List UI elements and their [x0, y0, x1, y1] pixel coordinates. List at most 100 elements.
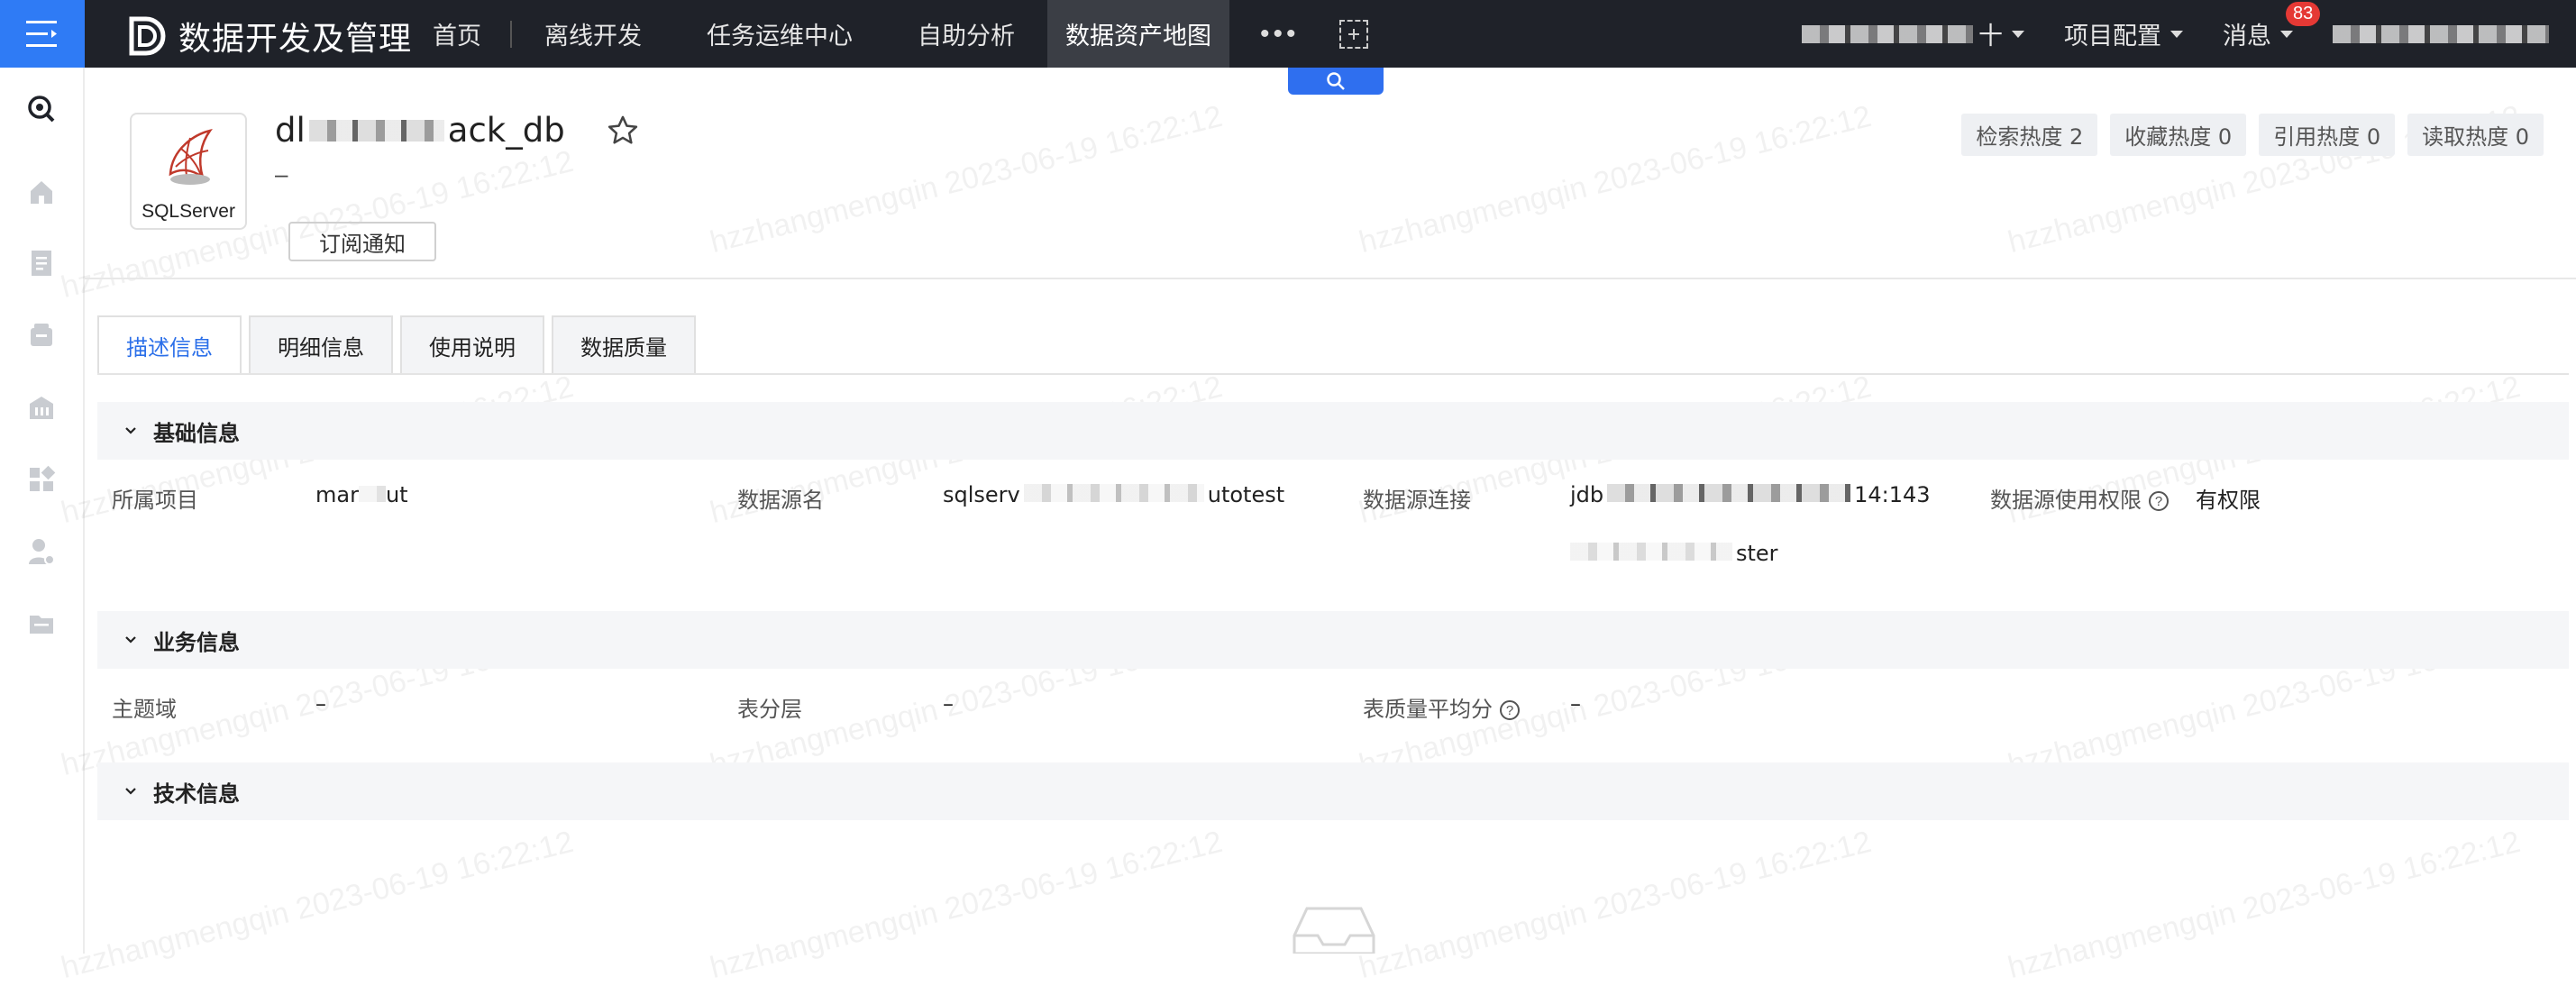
- search-heat: 检索热度 2: [1961, 114, 2098, 156]
- subject-domain-value: –: [315, 691, 326, 717]
- redacted-text: [1023, 484, 1204, 502]
- hamburger-icon: [26, 20, 57, 47]
- search-icon: [1327, 72, 1345, 90]
- watermark: hzzhangmengqin 2023-06-19 16:22:12: [706, 98, 1226, 260]
- section-title: 基础信息: [153, 420, 240, 446]
- apps-grid-icon: [30, 465, 56, 491]
- heat-stats: 检索热度 2 收藏热度 0 引用热度 0 读取热度 0: [1961, 114, 2544, 156]
- sidebar-item-users[interactable]: [23, 534, 59, 570]
- table-layer-label: 表分层: [737, 697, 802, 722]
- chevron-down-icon: [125, 788, 136, 795]
- asset-type-label: SQLServer: [142, 201, 235, 222]
- quality-score-label: 表质量平均分?: [1363, 691, 1520, 723]
- subscribe-button[interactable]: 订阅通知: [288, 222, 436, 261]
- section-tech-info[interactable]: 技术信息: [97, 762, 2569, 820]
- sidebar-item-warehouse[interactable]: [23, 389, 59, 425]
- global-search-button[interactable]: [1288, 68, 1384, 95]
- nav-task-ops[interactable]: 任务运维中心: [674, 0, 885, 68]
- project-field-label: 所属项目: [112, 488, 198, 513]
- section-business-info[interactable]: 业务信息: [97, 611, 2569, 669]
- asset-title: dl ack_db: [275, 111, 565, 150]
- redacted-text: [308, 120, 444, 142]
- favorite-heat: 收藏热度 0: [2110, 114, 2247, 156]
- tab-description[interactable]: 描述信息: [97, 315, 242, 373]
- help-icon[interactable]: ?: [2149, 491, 2169, 511]
- watermark: hzzhangmengqin 2023-06-19 16:22:12: [1355, 824, 1875, 986]
- nav-more-button[interactable]: •••: [1229, 19, 1330, 50]
- help-icon[interactable]: ?: [1500, 700, 1520, 720]
- read-heat: 读取热度 0: [2407, 114, 2544, 156]
- sidebar-item-folders[interactable]: [23, 606, 59, 642]
- chevron-down-icon: [125, 636, 136, 644]
- nav-data-asset-map[interactable]: 数据资产地图: [1047, 0, 1229, 68]
- tab-details[interactable]: 明细信息: [249, 315, 393, 373]
- app-title: 数据开发及管理: [178, 21, 413, 58]
- asset-type-logo: SQLServer: [130, 113, 247, 230]
- asset-title-start: dl: [275, 111, 306, 150]
- database-icon: [31, 324, 52, 346]
- nav-self-analysis[interactable]: 自助分析: [885, 0, 1047, 68]
- subject-domain-label: 主题域: [112, 697, 177, 722]
- sidebar-item-home[interactable]: [23, 174, 59, 210]
- watermark: hzzhangmengqin 2023-06-19 16:22:12: [2004, 824, 2524, 986]
- redacted-user-name[interactable]: [2333, 24, 2549, 43]
- folder-icon: [30, 616, 53, 634]
- tab-usage[interactable]: 使用说明: [400, 315, 544, 373]
- project-config-label: 项目配置: [2064, 23, 2161, 50]
- table-layer-value: –: [943, 691, 954, 717]
- main-nav: 首页 离线开发 任务运维中心 自助分析 数据资产地图 •••: [415, 0, 1368, 68]
- empty-box-icon: [1291, 905, 1377, 958]
- asset-description: –: [275, 160, 288, 187]
- reference-heat: 引用热度 0: [2259, 114, 2396, 156]
- chevron-down-icon: [125, 427, 136, 434]
- sidebar-item-database[interactable]: [23, 317, 59, 353]
- header-right: 十 项目配置 消息 83: [1802, 0, 2576, 68]
- header-divider: [85, 278, 2576, 279]
- chevron-down-icon: [2012, 30, 2024, 38]
- sidebar-item-apps[interactable]: [23, 461, 59, 498]
- home-icon: [31, 181, 52, 204]
- source-permission-label: 数据源使用权限?: [1990, 482, 2169, 514]
- sqlserver-icon: [169, 129, 213, 185]
- source-connection-value-line2: ster: [1570, 541, 1778, 566]
- tabs-baseline: [97, 373, 2569, 375]
- messages-menu[interactable]: 消息 83: [2223, 2, 2321, 51]
- section-basic-info[interactable]: 基础信息: [97, 402, 2569, 460]
- chevron-down-icon: [2170, 30, 2183, 38]
- watermark: hzzhangmengqin 2023-06-19 16:22:12: [57, 824, 577, 986]
- asset-search-icon: [28, 96, 55, 123]
- sidebar-item-documents[interactable]: [23, 245, 59, 281]
- redacted-text: [358, 486, 386, 502]
- detail-tabs: 描述信息 明细信息 使用说明 数据质量: [97, 315, 696, 373]
- nav-home[interactable]: 首页: [415, 0, 510, 68]
- section-title: 业务信息: [153, 629, 240, 655]
- menu-toggle-button[interactable]: [0, 0, 85, 68]
- source-name-value: sqlserv utotest: [943, 482, 1285, 507]
- asset-title-end: ack_db: [447, 111, 565, 150]
- watermark: hzzhangmengqin 2023-06-19 16:22:12: [1355, 98, 1875, 260]
- redacted-text: [1607, 484, 1851, 502]
- messages-label: 消息: [2223, 23, 2271, 50]
- logo-icon: [129, 16, 166, 56]
- redacted-text: [1570, 543, 1732, 561]
- source-name-label: 数据源名: [737, 488, 824, 513]
- message-count-badge: 83: [2286, 2, 2321, 26]
- add-tab-icon[interactable]: [1338, 19, 1368, 49]
- project-switcher[interactable]: 十: [1978, 16, 2024, 51]
- building-icon: [30, 397, 53, 419]
- project-config-menu[interactable]: 项目配置: [2064, 16, 2183, 51]
- redacted-project-name: [1802, 24, 1973, 43]
- project-value: mar ut: [315, 482, 408, 507]
- source-connection-label: 数据源连接: [1363, 488, 1471, 513]
- user-settings-icon: [29, 539, 55, 565]
- favorite-star-icon[interactable]: [606, 114, 640, 152]
- sidebar-item-asset-search[interactable]: [23, 91, 59, 127]
- sidebar: [0, 68, 85, 954]
- watermark: hzzhangmengqin 2023-06-19 16:22:12: [706, 824, 1226, 986]
- quality-score-value: –: [1570, 691, 1581, 717]
- source-connection-value: jdb 14:143: [1570, 482, 1931, 507]
- tab-data-quality[interactable]: 数据质量: [552, 315, 696, 373]
- top-bar: 数据开发及管理 首页 离线开发 任务运维中心 自助分析 数据资产地图 ••• 十…: [0, 0, 2576, 68]
- app-logo[interactable]: 数据开发及管理: [126, 13, 412, 59]
- nav-offline-dev[interactable]: 离线开发: [512, 0, 674, 68]
